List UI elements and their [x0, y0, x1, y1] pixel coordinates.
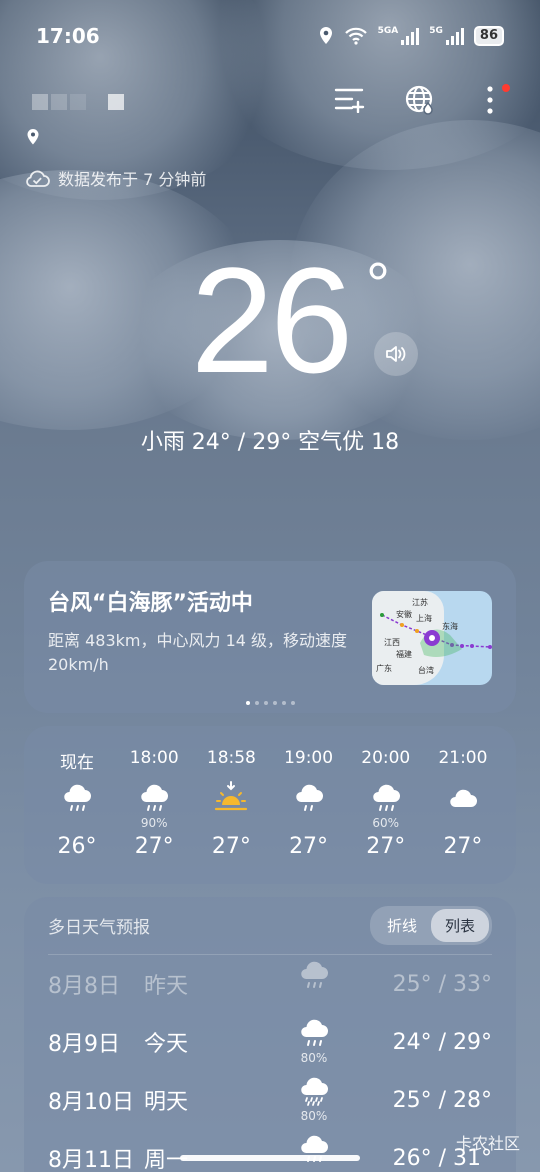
daily-forecast-title: 多日天气预报 — [48, 918, 150, 938]
hour-item: 20:00 60% 27° — [361, 748, 411, 859]
city-name-blurred[interactable] — [32, 94, 124, 110]
cloud-heavy-rain-icon — [301, 1077, 328, 1106]
sunset-icon — [215, 781, 248, 811]
cloud-rain-icon — [301, 961, 328, 988]
home-indicator[interactable] — [180, 1155, 360, 1161]
view-toggle[interactable]: 折线 列表 — [369, 906, 492, 945]
more-menu-button[interactable] — [474, 84, 510, 116]
hourly-forecast-card[interactable]: 现在 26° 18:00 90% 27° 18:58 27° 19:00 27°… — [24, 726, 516, 884]
toggle-list-view[interactable]: 列表 — [430, 909, 489, 942]
day-row[interactable]: 8月9日 今天 80% 24° / 29° — [48, 1013, 492, 1071]
notification-dot — [502, 84, 510, 92]
typhoon-description: 距离 483km，中心风力 14 级，移动速度 20km/h — [48, 631, 348, 674]
typhoon-card[interactable]: 台风“白海豚”活动中 距离 483km，中心风力 14 级，移动速度 20km/… — [24, 561, 516, 713]
speaker-icon — [386, 346, 406, 362]
battery-indicator: 86 — [473, 26, 504, 46]
cloud-rain-icon — [301, 1019, 328, 1046]
signal-5g-icon: 5G — [429, 27, 464, 45]
location-pin-icon — [26, 128, 40, 150]
daily-forecast-card[interactable]: 多日天气预报 折线 列表 8月8日 昨天 25° / 33° 8月9日 今天 8… — [24, 897, 516, 1172]
location-status-icon — [319, 27, 332, 44]
hour-item: 18:00 90% 27° — [129, 748, 179, 859]
day-row[interactable]: 8月11日 周一 26° / 31° — [48, 1129, 492, 1172]
degree-symbol: ° — [366, 251, 390, 318]
publish-text: 数据发布于 7 分钟前 — [58, 170, 207, 189]
day-row[interactable]: 8月8日 昨天 25° / 33° — [48, 955, 492, 1013]
status-bar: 17:06 5GA 5G 86 — [0, 0, 540, 72]
weather-summary: 小雨 24° / 29° 空气优 18 — [140, 430, 400, 455]
global-weather-button[interactable] — [404, 84, 436, 116]
cloud-rain-icon — [141, 784, 169, 811]
add-list-icon — [334, 88, 365, 113]
voice-broadcast-button[interactable] — [374, 332, 418, 376]
toggle-line-view[interactable]: 折线 — [373, 909, 431, 942]
typhoon-track-icon — [380, 613, 492, 657]
more-vertical-icon — [487, 86, 493, 114]
watermark: 卡农社区 — [455, 1134, 520, 1153]
cloud-rain-icon — [64, 784, 91, 811]
carousel-pager — [24, 701, 516, 705]
cloud-check-icon — [26, 170, 50, 187]
cloud-rain-icon — [295, 784, 323, 811]
city-manage-button[interactable] — [334, 84, 366, 116]
hour-item: 现在 26° — [57, 753, 97, 859]
typhoon-map-thumbnail[interactable]: 江苏 安徽 上海 东海 江西 福建 广东 台湾 — [372, 591, 492, 685]
globe-drop-icon — [405, 85, 433, 115]
hour-item: 18:58 27° — [206, 748, 256, 859]
hour-item: 19:00 27° — [284, 748, 334, 859]
current-temperature: 26 — [190, 236, 354, 404]
wifi-icon — [344, 27, 367, 45]
publish-info: 数据发布于 7 分钟前 — [24, 166, 206, 190]
cloud-rain-icon — [372, 784, 400, 811]
clock: 17:06 — [36, 24, 100, 48]
cloud-icon — [450, 789, 477, 807]
hour-item: 21:00 27° — [438, 748, 488, 859]
signal-5ga-icon: 5GA — [378, 27, 420, 45]
day-row[interactable]: 8月10日 明天 80% 25° / 28° — [48, 1071, 492, 1129]
